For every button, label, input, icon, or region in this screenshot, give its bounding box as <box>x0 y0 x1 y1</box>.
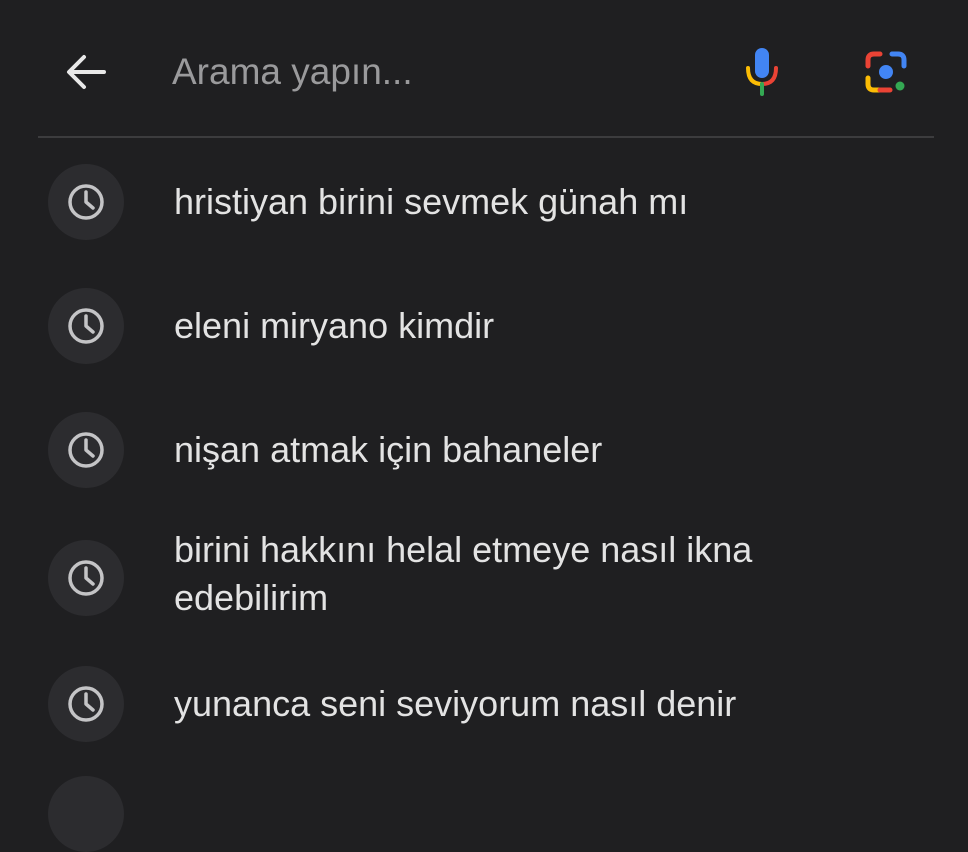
suggestion-item[interactable]: eleni miryano kimdir <box>0 286 968 378</box>
suggestion-text: birini hakkını helal etmeye nasıl ikna e… <box>174 529 763 618</box>
google-lens-icon <box>865 51 907 93</box>
suggestion-text: yunanca seni seviyorum nasıl denir <box>174 683 737 724</box>
arrow-left-icon <box>67 55 106 89</box>
search-bar <box>0 0 968 138</box>
voice-search-button[interactable] <box>736 42 788 102</box>
suggestion-item[interactable]: yunanca seni seviyorum nasıl denir <box>0 666 968 758</box>
history-badge <box>48 540 124 616</box>
suggestion-text: hristiyan birini sevmek günah mı <box>174 181 689 222</box>
search-input[interactable] <box>172 44 692 100</box>
suggestion-text: eleni miryano kimdir <box>174 305 495 346</box>
history-badge <box>48 776 124 852</box>
history-clock-icon <box>68 686 104 722</box>
microphone-icon <box>746 48 778 96</box>
history-clock-icon <box>68 432 104 468</box>
history-badge <box>48 412 124 488</box>
history-badge <box>48 288 124 364</box>
history-clock-icon <box>68 308 104 344</box>
history-clock-icon <box>68 560 104 596</box>
back-button[interactable] <box>58 44 114 100</box>
suggestion-text: nişan atmak için bahaneler <box>174 429 603 470</box>
history-badge <box>48 164 124 240</box>
suggestion-item[interactable]: hristiyan birini sevmek günah mı <box>0 162 968 254</box>
suggestion-item[interactable]: nişan atmak için bahaneler <box>0 410 968 502</box>
history-clock-icon <box>68 184 104 220</box>
lens-search-button[interactable] <box>858 44 914 100</box>
suggestion-item[interactable]: birini hakkını helal etmeye nasıl ikna e… <box>0 526 968 656</box>
history-badge <box>48 666 124 742</box>
search-divider <box>38 136 934 138</box>
